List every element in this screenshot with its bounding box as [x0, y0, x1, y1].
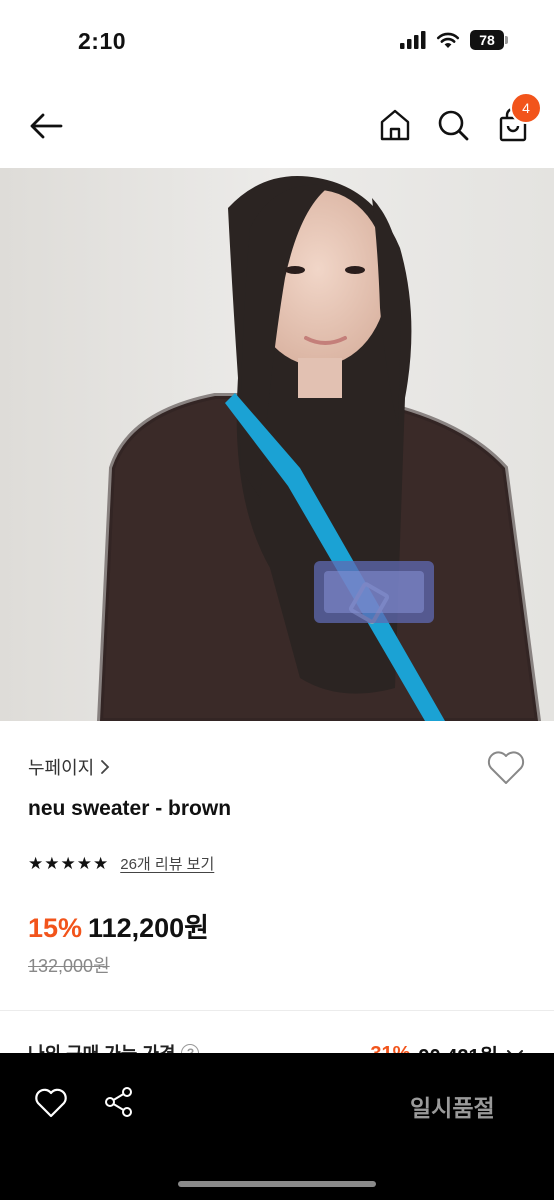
share-icon — [105, 1087, 132, 1117]
product-photo — [0, 168, 554, 721]
arrow-left-icon — [30, 113, 63, 139]
home-indicator — [178, 1181, 376, 1187]
wifi-icon — [436, 32, 460, 48]
cellular-signal-icon — [400, 31, 426, 49]
status-icons: 78 — [400, 30, 508, 50]
bottom-wishlist-button[interactable] — [34, 1087, 68, 1119]
review-link[interactable]: 26개 리뷰 보기 — [120, 853, 214, 874]
home-button[interactable] — [376, 106, 414, 144]
search-icon — [438, 110, 469, 141]
brand-link[interactable]: 누페이지 — [28, 754, 110, 780]
heart-outline-icon — [487, 751, 525, 784]
star-icon: ★ — [44, 854, 60, 873]
battery-icon: 78 — [470, 30, 508, 50]
bottom-action-bar: 일시품절 — [0, 1053, 554, 1200]
star-icon: ★ — [28, 854, 44, 873]
cart-count-badge: 4 — [510, 92, 542, 124]
divider — [0, 1010, 554, 1011]
status-time: 2:10 — [78, 28, 127, 54]
brand-name: 누페이지 — [28, 758, 95, 778]
back-button[interactable] — [26, 108, 66, 144]
heart-outline-icon — [35, 1088, 67, 1118]
share-button[interactable] — [102, 1085, 136, 1119]
star-icon: ★ — [60, 854, 76, 873]
sold-out-button[interactable]: 일시품절 — [410, 1089, 495, 1123]
rating-stars: ★ ★ ★ ★ ★ — [28, 855, 108, 872]
chevron-right-icon — [101, 760, 110, 774]
star-icon: ★ — [93, 854, 109, 873]
discount-rate: 15% — [28, 913, 83, 943]
original-price: 132,000원 — [28, 956, 110, 976]
sale-price: 112,200원 — [88, 913, 209, 943]
product-image[interactable] — [0, 168, 554, 721]
search-button[interactable] — [434, 106, 472, 144]
rating-row: ★ ★ ★ ★ ★ 26개 리뷰 보기 — [28, 853, 214, 874]
nav-bar: 4 — [0, 84, 554, 168]
star-icon: ★ — [76, 854, 92, 873]
wishlist-button[interactable] — [486, 750, 526, 786]
home-icon — [380, 109, 410, 141]
battery-level: 78 — [470, 30, 504, 50]
product-name: neu sweater - brown — [28, 797, 232, 820]
status-bar: 2:10 78 — [0, 0, 554, 84]
price-row: 15% 112,200원 — [28, 906, 209, 945]
